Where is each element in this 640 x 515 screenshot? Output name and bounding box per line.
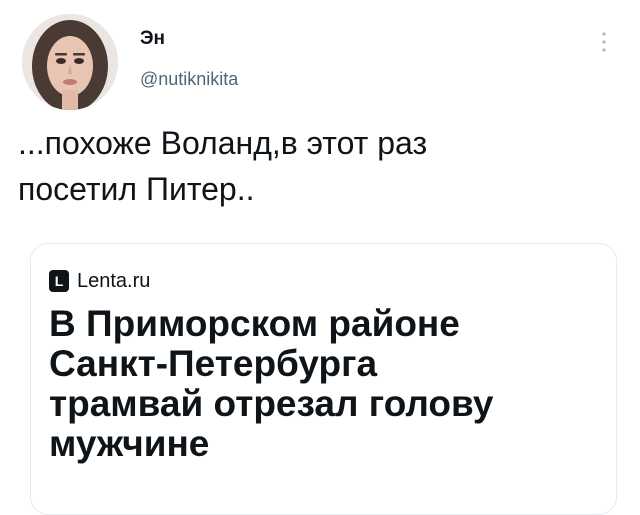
author-display-name[interactable]: Эн <box>140 28 165 50</box>
card-source: L Lenta.ru <box>49 268 150 294</box>
avatar[interactable] <box>22 14 118 110</box>
tweet: Эн @nutiknikita ...похоже Воланд,в этот … <box>0 0 640 515</box>
card-headline: В Приморском районе Санкт-Петербурга тра… <box>49 304 609 464</box>
tweet-text-line: посетил Питер.. <box>18 171 255 207</box>
card-source-name: Lenta.ru <box>77 270 151 292</box>
card-headline-line: мужчине <box>49 423 210 464</box>
card-headline-line: трамвай отрезал голову <box>49 383 494 424</box>
more-options-icon[interactable] <box>600 30 608 54</box>
lenta-logo-letter: L <box>54 273 64 289</box>
tweet-text-line: ...похоже Воланд,в этот раз <box>18 125 428 161</box>
tweet-text: ...похоже Воланд,в этот раз посетил Пите… <box>18 120 618 212</box>
lenta-logo-icon: L <box>49 270 69 292</box>
card-headline-line: Санкт-Петербурга <box>49 343 378 384</box>
link-card[interactable]: L Lenta.ru В Приморском районе Санкт-Пет… <box>30 243 617 515</box>
card-headline-line: В Приморском районе <box>49 303 460 344</box>
author-handle[interactable]: @nutiknikita <box>140 68 238 90</box>
profile-photo-icon <box>22 14 118 110</box>
